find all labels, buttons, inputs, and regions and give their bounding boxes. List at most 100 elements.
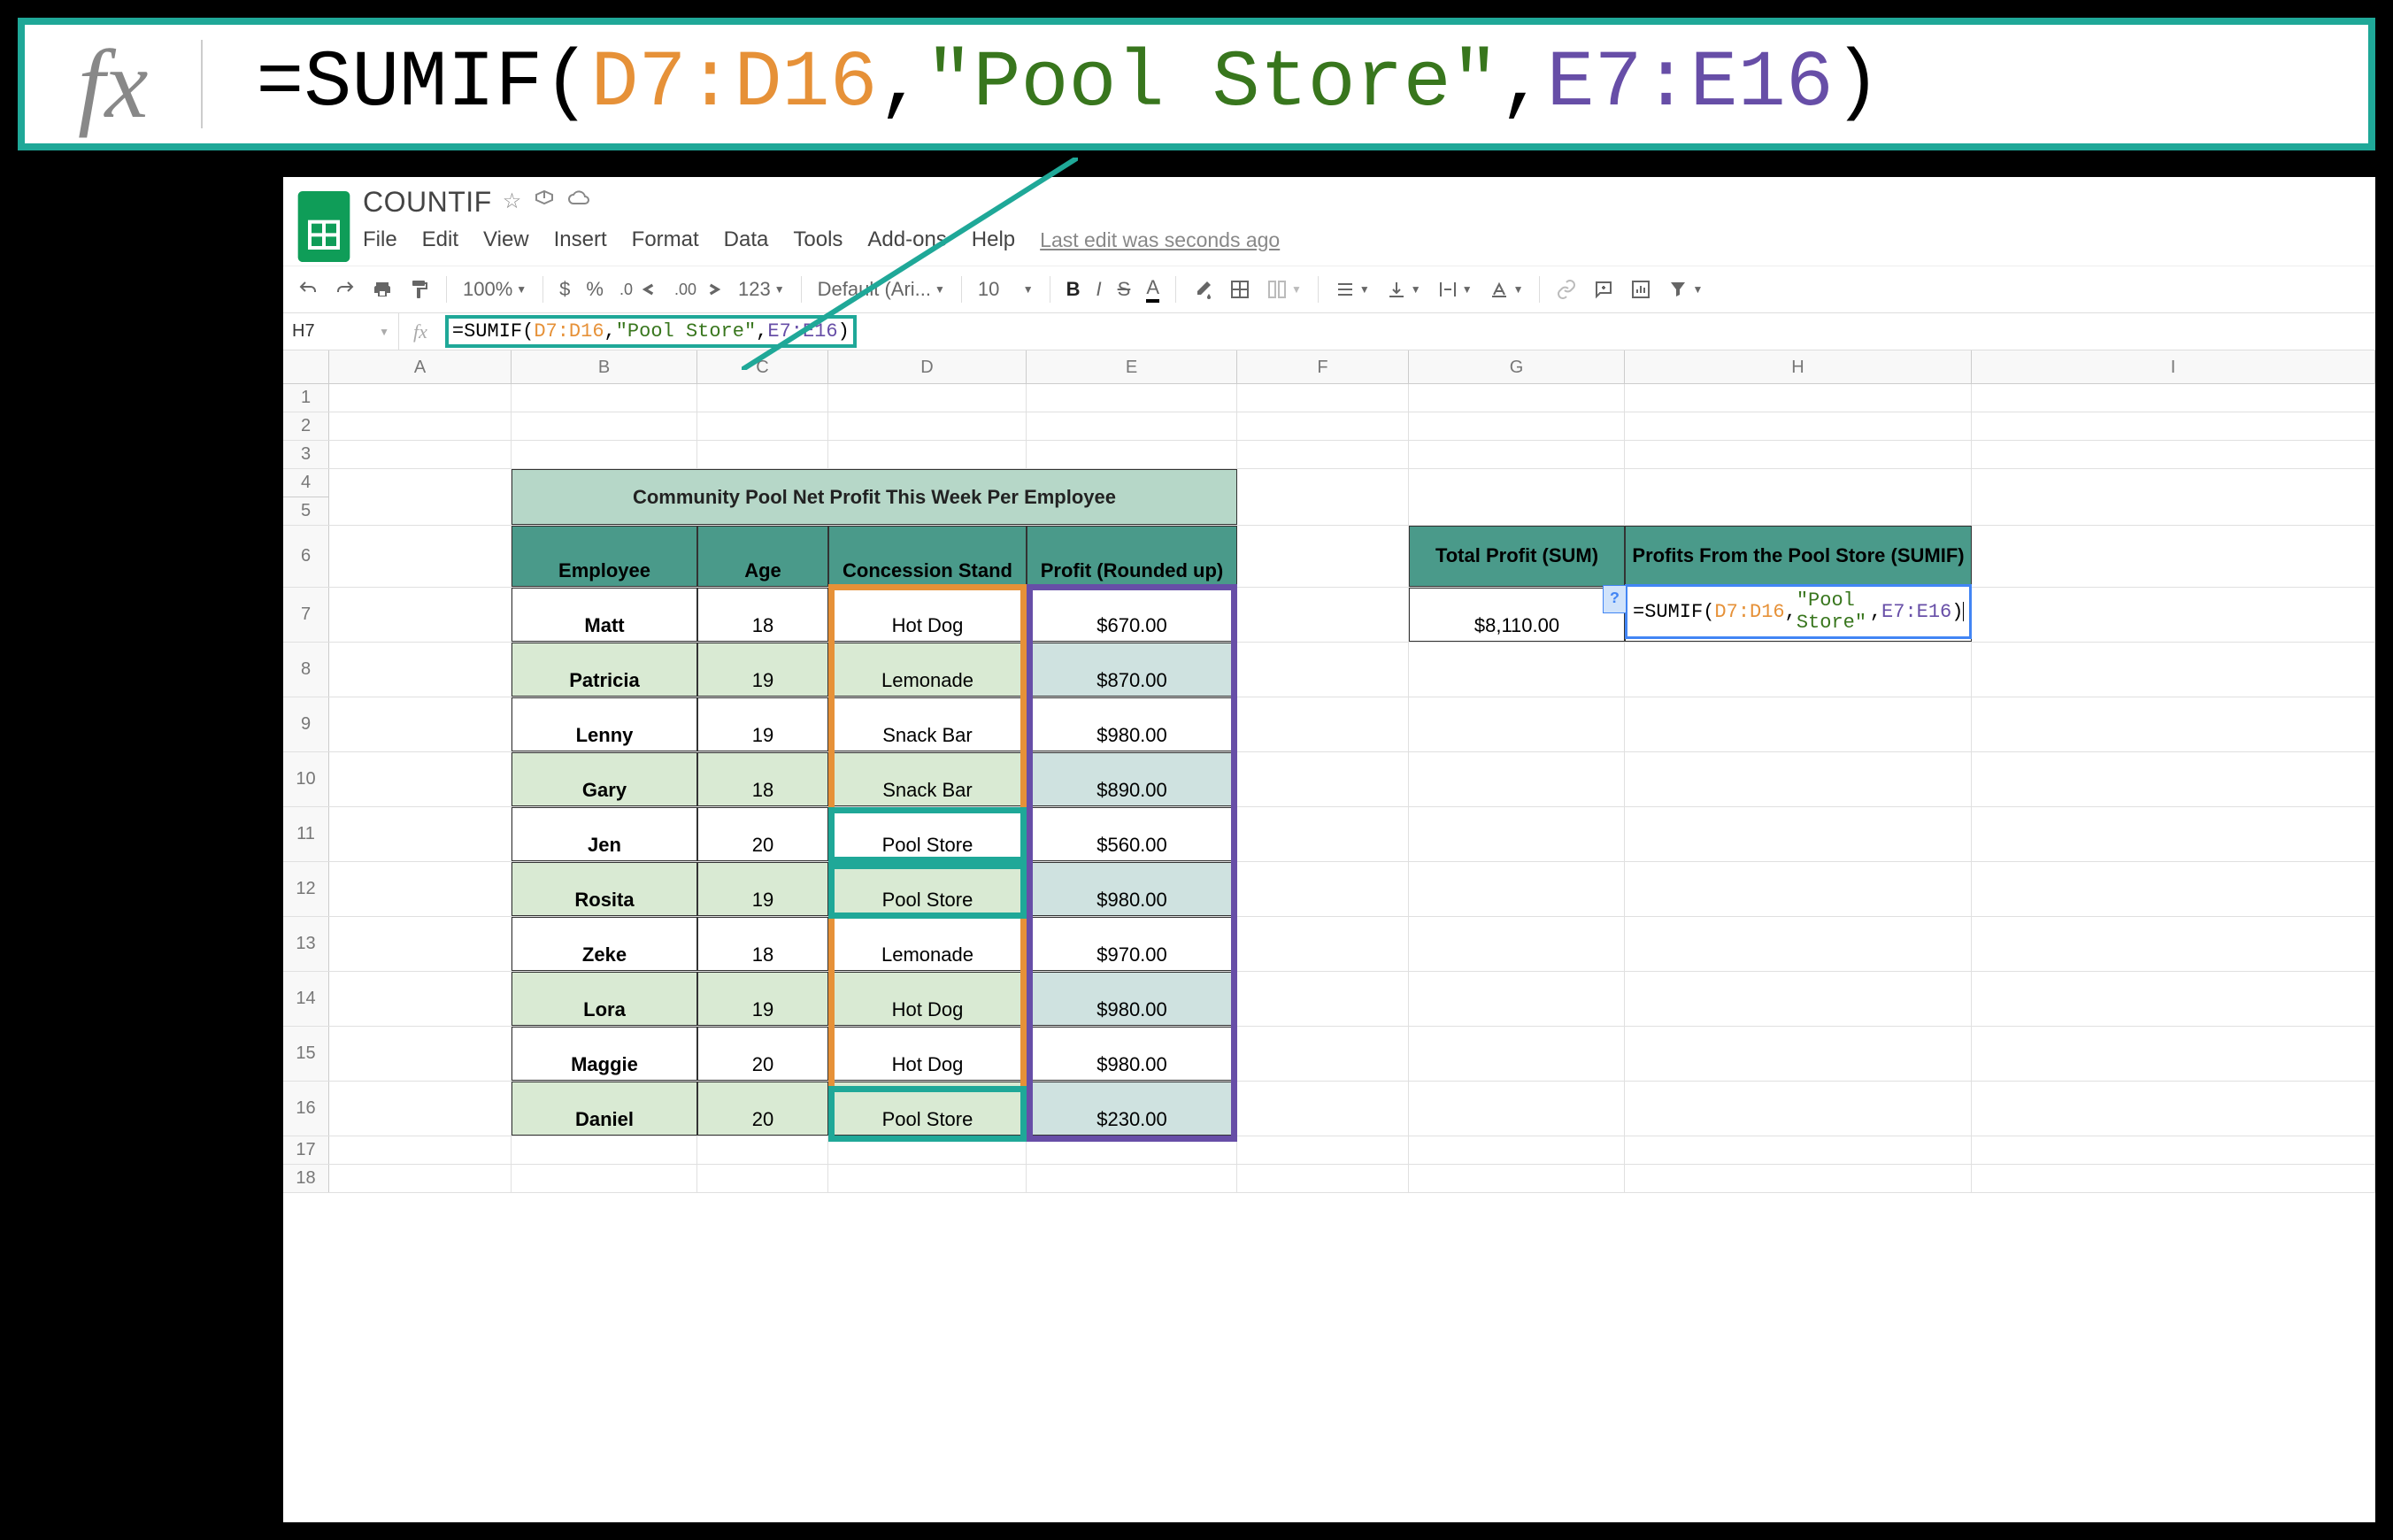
currency-button[interactable]: $ xyxy=(559,278,570,301)
borders-button[interactable] xyxy=(1229,279,1250,300)
header-profit[interactable]: Profit (Rounded up) xyxy=(1027,526,1237,587)
total-profit-value[interactable]: $8,110.00 xyxy=(1409,588,1625,642)
star-icon[interactable]: ☆ xyxy=(503,189,522,216)
menu-edit[interactable]: Edit xyxy=(422,227,458,252)
row-header[interactable]: 16 xyxy=(283,1082,329,1136)
row-header[interactable]: 8 xyxy=(283,643,329,697)
col-header-I[interactable]: I xyxy=(1972,350,2375,383)
menu-view[interactable]: View xyxy=(483,227,529,252)
profit-cell[interactable]: $890.00 xyxy=(1027,752,1237,806)
fill-color-button[interactable] xyxy=(1192,279,1213,300)
formula-input[interactable]: =SUMIF(D7:D16,"Pool Store",E7:E16) xyxy=(442,313,2375,350)
redo-button[interactable] xyxy=(335,279,356,300)
employee-cell[interactable]: Gary xyxy=(512,752,697,806)
row-header[interactable]: 14 xyxy=(283,972,329,1026)
undo-button[interactable] xyxy=(297,279,319,300)
header-stand[interactable]: Concession Stand xyxy=(828,526,1027,587)
header-total-profit[interactable]: Total Profit (SUM) xyxy=(1409,526,1625,587)
employee-cell[interactable]: Lenny xyxy=(512,697,697,751)
menu-format[interactable]: Format xyxy=(632,227,699,252)
menu-insert[interactable]: Insert xyxy=(554,227,607,252)
age-cell[interactable]: 19 xyxy=(697,697,828,751)
profit-cell[interactable]: $870.00 xyxy=(1027,643,1237,697)
stand-cell[interactable]: Lemonade xyxy=(828,643,1027,697)
menu-file[interactable]: File xyxy=(363,227,397,252)
row-header[interactable]: 17 xyxy=(283,1136,329,1164)
col-header-B[interactable]: B xyxy=(512,350,697,383)
col-header-G[interactable]: G xyxy=(1409,350,1625,383)
row-header[interactable]: 2 xyxy=(283,412,329,440)
stand-cell[interactable]: Hot Dog xyxy=(828,1027,1027,1081)
employee-cell[interactable]: Zeke xyxy=(512,917,697,971)
profit-cell[interactable]: $980.00 xyxy=(1027,862,1237,916)
age-cell[interactable]: 18 xyxy=(697,588,828,642)
profit-cell[interactable]: $670.00 xyxy=(1027,588,1237,642)
employee-cell[interactable]: Lora xyxy=(512,972,697,1026)
age-cell[interactable]: 18 xyxy=(697,917,828,971)
age-cell[interactable]: 20 xyxy=(697,807,828,861)
profit-cell[interactable]: $980.00 xyxy=(1027,697,1237,751)
row-header[interactable]: 4 5 xyxy=(283,469,329,525)
select-all-corner[interactable] xyxy=(283,350,329,383)
stand-cell[interactable]: Pool Store xyxy=(828,1082,1027,1136)
age-cell[interactable]: 20 xyxy=(697,1082,828,1136)
col-header-A[interactable]: A xyxy=(329,350,512,383)
profit-cell[interactable]: $980.00 xyxy=(1027,972,1237,1026)
header-age[interactable]: Age xyxy=(697,526,828,587)
age-cell[interactable]: 19 xyxy=(697,643,828,697)
row-header[interactable]: 13 xyxy=(283,917,329,971)
row-header[interactable]: 18 xyxy=(283,1165,329,1192)
insert-chart-button[interactable] xyxy=(1630,279,1651,300)
employee-cell[interactable]: Patricia xyxy=(512,643,697,697)
increase-decimal-button[interactable]: .00 xyxy=(674,281,722,299)
spreadsheet-grid[interactable]: A B C D E F G H I 1 2 3 4 5 Community Po… xyxy=(283,350,2375,1193)
header-sumif[interactable]: Profits From the Pool Store (SUMIF) xyxy=(1625,526,1972,587)
age-cell[interactable]: 18 xyxy=(697,752,828,806)
employee-cell[interactable]: Maggie xyxy=(512,1027,697,1081)
header-employee[interactable]: Employee xyxy=(512,526,697,587)
paint-format-button[interactable] xyxy=(409,279,430,300)
profit-cell[interactable]: $970.00 xyxy=(1027,917,1237,971)
row-header[interactable]: 11 xyxy=(283,807,329,861)
stand-cell[interactable]: Snack Bar xyxy=(828,752,1027,806)
employee-cell[interactable]: Daniel xyxy=(512,1082,697,1136)
percent-button[interactable]: % xyxy=(586,278,604,301)
profit-cell[interactable]: $560.00 xyxy=(1027,807,1237,861)
col-header-F[interactable]: F xyxy=(1237,350,1409,383)
name-box[interactable]: H7▼ xyxy=(283,313,398,350)
age-cell[interactable]: 19 xyxy=(697,862,828,916)
stand-cell[interactable]: Hot Dog xyxy=(828,588,1027,642)
row-header[interactable]: 1 xyxy=(283,384,329,412)
print-button[interactable] xyxy=(372,279,393,300)
decrease-decimal-button[interactable]: .0 xyxy=(619,281,658,299)
stand-cell[interactable]: Lemonade xyxy=(828,917,1027,971)
row-header[interactable]: 3 xyxy=(283,441,329,468)
italic-button[interactable]: I xyxy=(1096,278,1102,301)
employee-cell[interactable]: Rosita xyxy=(512,862,697,916)
v-align-button[interactable]: ▼ xyxy=(1386,279,1421,300)
move-icon[interactable] xyxy=(534,189,555,216)
text-rotation-button[interactable]: ▼ xyxy=(1489,279,1524,300)
stand-cell[interactable]: Pool Store xyxy=(828,807,1027,861)
row-header[interactable]: 10 xyxy=(283,752,329,806)
row-header[interactable]: 9 xyxy=(283,697,329,751)
profit-cell[interactable]: $980.00 xyxy=(1027,1027,1237,1081)
zoom-dropdown[interactable]: 100% ▼ xyxy=(463,278,527,301)
strikethrough-button[interactable]: S xyxy=(1118,278,1131,301)
row-header[interactable]: 12 xyxy=(283,862,329,916)
text-wrap-button[interactable]: ▼ xyxy=(1437,279,1473,300)
row-header[interactable]: 6 xyxy=(283,526,329,587)
active-cell-editor[interactable]: ? =SUMIF(D7:D16,"Pool Store",E7:E16) xyxy=(1625,584,1972,639)
insert-link-button[interactable] xyxy=(1556,279,1577,300)
stand-cell[interactable]: Pool Store xyxy=(828,862,1027,916)
cloud-status-icon[interactable] xyxy=(567,189,590,216)
employee-cell[interactable]: Jen xyxy=(512,807,697,861)
merge-cells-button[interactable]: ▼ xyxy=(1266,279,1302,300)
h-align-button[interactable]: ▼ xyxy=(1335,279,1370,300)
age-cell[interactable]: 20 xyxy=(697,1027,828,1081)
insert-comment-button[interactable] xyxy=(1593,279,1614,300)
col-header-H[interactable]: H xyxy=(1625,350,1972,383)
employee-cell[interactable]: Matt xyxy=(512,588,697,642)
stand-cell[interactable]: Hot Dog xyxy=(828,972,1027,1026)
row-header[interactable]: 15 xyxy=(283,1027,329,1081)
